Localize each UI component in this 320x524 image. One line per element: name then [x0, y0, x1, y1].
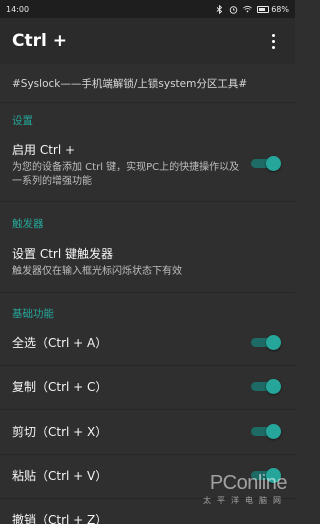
cut-title: 剪切（Ctrl + X） — [12, 425, 108, 439]
set-trigger-title: 设置 Ctrl 键触发器 — [12, 247, 113, 261]
menu-dot — [271, 39, 275, 43]
switch-thumb — [266, 424, 281, 439]
app-title: Ctrl + — [12, 31, 67, 51]
menu-dot — [271, 45, 275, 49]
paste-switch[interactable] — [251, 468, 281, 483]
select-all-title: 全选（Ctrl + A） — [12, 336, 108, 350]
enable-ctrl-row[interactable]: 启用 Ctrl + 为您的设备添加 Ctrl 键，实现PC上的快捷操作以及一系列… — [0, 141, 295, 191]
status-time: 14:00 — [6, 4, 30, 14]
switch-thumb — [266, 468, 281, 483]
section-header-settings: 设置 — [12, 115, 33, 127]
watermark-subtitle: 太平洋电脑网 — [203, 496, 287, 505]
status-icons: 68% — [215, 4, 289, 14]
divider — [0, 102, 295, 103]
copy-row[interactable]: 复制（Ctrl + C） — [0, 378, 295, 398]
divider — [0, 292, 295, 293]
set-trigger-row[interactable]: 设置 Ctrl 键触发器 触发器仅在输入框光标闪烁状态下有效 — [0, 245, 295, 281]
menu-dot — [271, 33, 275, 37]
cut-row[interactable]: 剪切（Ctrl + X） — [0, 423, 295, 443]
battery-icon — [257, 5, 270, 13]
select-all-row[interactable]: 全选（Ctrl + A） — [0, 334, 295, 354]
status-bar: 14:00 68% — [0, 0, 295, 18]
section-header-trigger: 触发器 — [12, 218, 44, 230]
paste-title: 粘贴（Ctrl + V） — [12, 469, 108, 483]
divider — [0, 498, 295, 499]
copy-switch[interactable] — [251, 379, 281, 394]
switch-thumb — [266, 379, 281, 394]
syslock-banner[interactable]: #Syslock——手机端解锁/上锁system分区工具# — [0, 64, 295, 102]
bluetooth-icon — [215, 4, 224, 14]
cut-switch[interactable] — [251, 424, 281, 439]
battery-percent: 68% — [271, 4, 289, 14]
divider — [0, 365, 295, 366]
switch-thumb — [266, 156, 281, 171]
enable-ctrl-switch[interactable] — [251, 156, 281, 171]
app-bar: Ctrl + — [0, 18, 295, 64]
enable-ctrl-summary: 为您的设备添加 Ctrl 键，实现PC上的快捷操作以及一系列的增强功能 — [12, 162, 240, 187]
set-trigger-summary: 触发器仅在输入框光标闪烁状态下有效 — [12, 266, 182, 277]
wifi-icon — [243, 5, 253, 14]
undo-row[interactable]: 撤销（Ctrl + Z） — [0, 511, 295, 524]
select-all-switch[interactable] — [251, 335, 281, 350]
screen: 14:00 68% Ctrl + #Syslock——手机端解锁/上锁syste… — [0, 0, 295, 524]
battery-indicator: 68% — [257, 5, 289, 14]
battery-fill — [259, 7, 265, 11]
enable-ctrl-title: 启用 Ctrl + — [12, 143, 76, 157]
more-vert-icon[interactable] — [263, 29, 283, 53]
switch-thumb — [266, 335, 281, 350]
divider — [0, 454, 295, 455]
alarm-icon — [229, 5, 238, 14]
section-header-basic: 基础功能 — [12, 308, 54, 320]
copy-title: 复制（Ctrl + C） — [12, 380, 108, 394]
divider — [0, 201, 295, 202]
paste-row[interactable]: 粘贴（Ctrl + V） — [0, 467, 295, 487]
undo-title: 撤销（Ctrl + Z） — [12, 513, 108, 524]
divider — [0, 409, 295, 410]
